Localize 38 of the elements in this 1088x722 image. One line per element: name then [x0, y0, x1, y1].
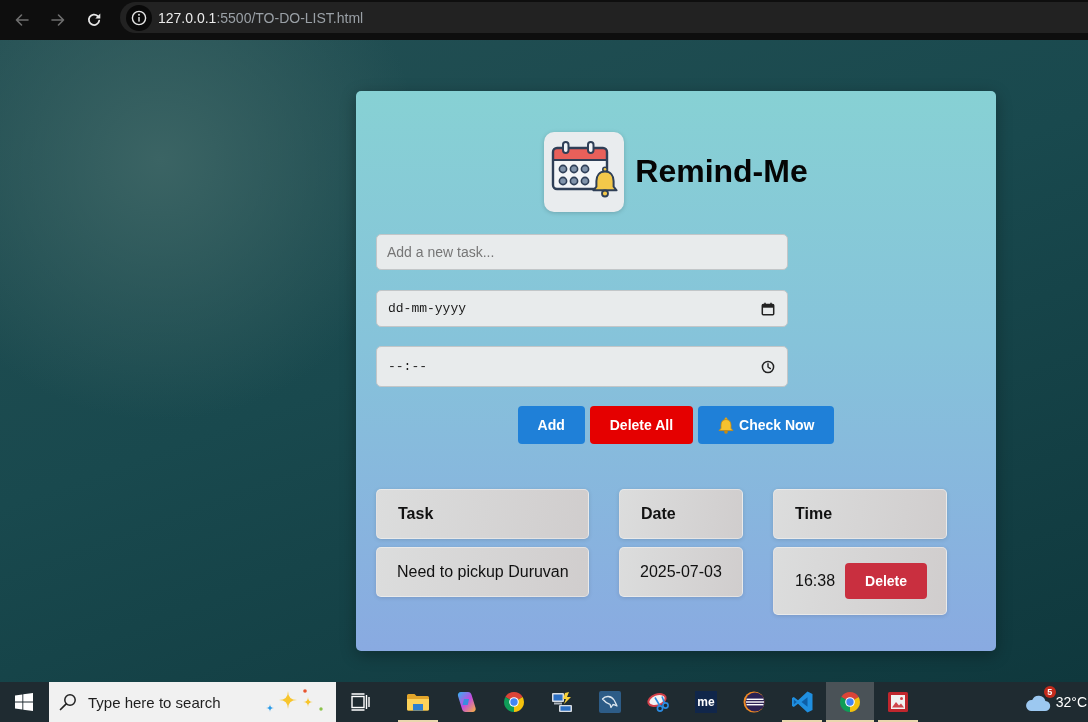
time-input[interactable]: --:-- [376, 346, 788, 387]
info-icon[interactable] [126, 4, 152, 31]
check-now-button[interactable]: Check Now [698, 406, 835, 444]
browser-icon [502, 690, 526, 714]
task-view-icon[interactable] [350, 692, 370, 712]
search-icon [59, 693, 77, 711]
date-input[interactable]: dd-mm-yyyy [376, 290, 788, 327]
column-header: Task [376, 489, 589, 539]
delete-button[interactable]: Delete [845, 563, 928, 599]
table-cell: Need to pickup Duruvan [376, 547, 589, 597]
browser-icon [838, 690, 862, 714]
table-cell: 2025-07-03 [619, 547, 743, 597]
temperature-text[interactable]: 32°C [1055, 694, 1087, 710]
taskbar-button[interactable]: me [682, 682, 730, 722]
code-editor-icon [790, 690, 814, 714]
app-logo: me [695, 691, 717, 713]
calendar-icon[interactable] [761, 301, 775, 316]
picture-icon [886, 690, 910, 714]
column-header: Date [619, 489, 743, 539]
dolphin-icon [598, 690, 622, 714]
add-button[interactable]: Add [517, 406, 585, 444]
column-header: Time [773, 489, 947, 539]
app-title: Remind-Me [635, 154, 808, 190]
address-bar[interactable]: 127.0.0.1:5500/TO-DO-LIST.html [120, 2, 1088, 33]
network-computer-icon [550, 690, 574, 714]
start-icon[interactable] [15, 693, 33, 711]
taskbar-button[interactable] [826, 682, 874, 722]
notification-count: 5 [1043, 686, 1056, 698]
task-input[interactable]: Add a new task... [376, 234, 788, 270]
time-text: 16:38 [795, 572, 836, 590]
striped-circle-icon [742, 690, 766, 714]
scissors-icon [646, 690, 670, 714]
delete-all-button[interactable]: Delete All [589, 406, 693, 444]
search-field[interactable]: Type here to search [49, 682, 336, 722]
bell-icon [718, 416, 734, 434]
reload-icon[interactable] [86, 12, 102, 28]
calendar-bell-icon [544, 132, 625, 212]
clock-icon[interactable] [761, 359, 775, 374]
